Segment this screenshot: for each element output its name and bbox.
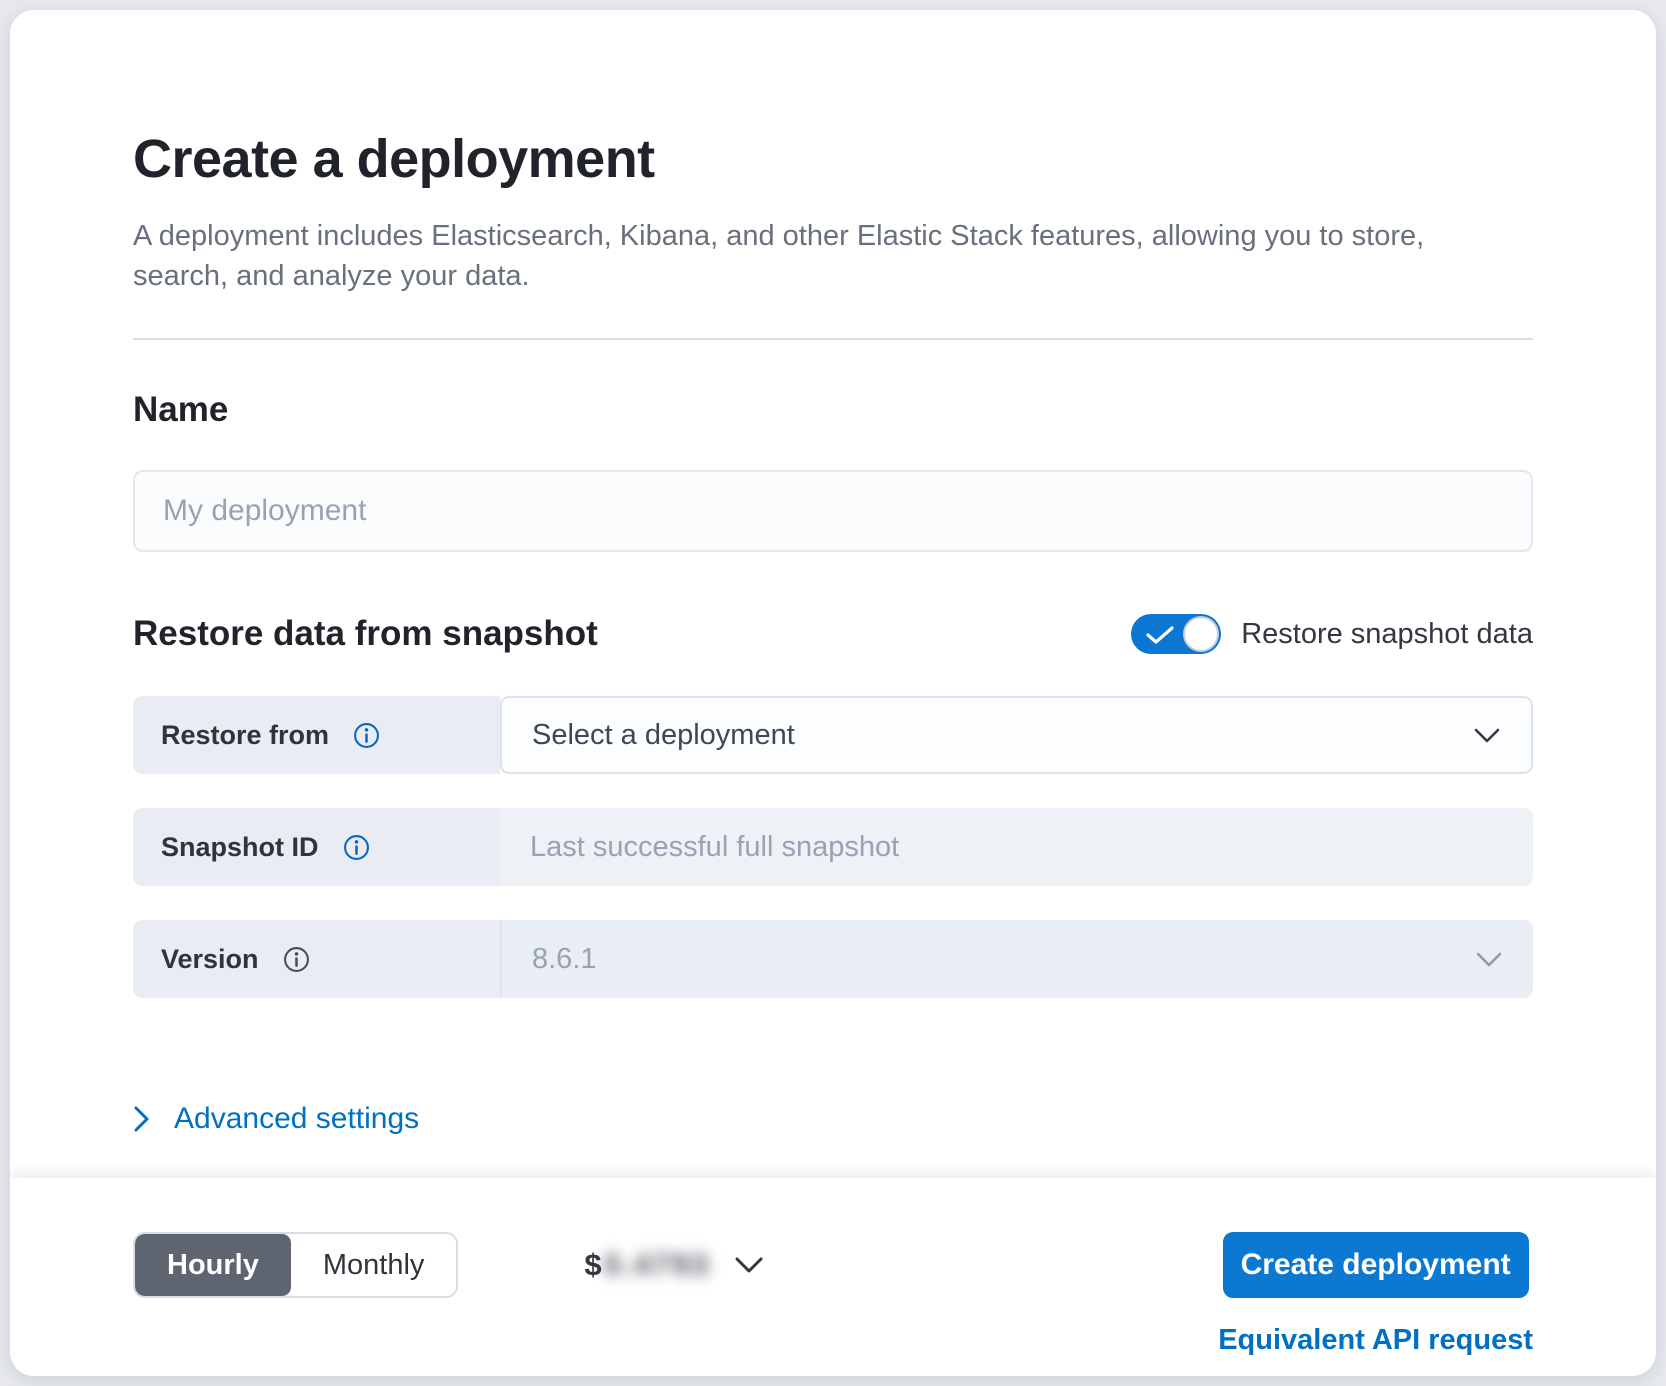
version-label: Version: [161, 944, 259, 975]
name-section-heading: Name: [133, 390, 1533, 430]
info-icon[interactable]: [343, 834, 370, 861]
footer-bar: Hourly Monthly $ 0.4793 Create deploymen…: [10, 1178, 1656, 1376]
price-amount-blurred: 0.4793: [604, 1247, 711, 1283]
restore-snapshot-toggle-label: Restore snapshot data: [1241, 618, 1533, 651]
info-icon[interactable]: [283, 946, 310, 973]
version-select: 8.6.1: [500, 920, 1533, 998]
deployment-name-input[interactable]: [133, 470, 1533, 552]
snapshot-id-input: Last successful full snapshot: [500, 808, 1533, 886]
create-deployment-button[interactable]: Create deployment: [1223, 1232, 1529, 1298]
snapshot-id-label: Snapshot ID: [161, 832, 319, 863]
restore-from-label: Restore from: [161, 720, 329, 751]
page-subtitle: A deployment includes Elasticsearch, Kib…: [133, 216, 1478, 296]
version-label-cell: Version: [133, 920, 500, 998]
billing-hourly-button[interactable]: Hourly: [135, 1234, 291, 1296]
check-icon: [1145, 625, 1175, 650]
advanced-settings-label: Advanced settings: [174, 1102, 419, 1136]
billing-monthly-button[interactable]: Monthly: [291, 1234, 457, 1296]
advanced-settings-link[interactable]: Advanced settings: [133, 1102, 419, 1136]
price-display: $ 0.4793: [584, 1232, 764, 1298]
snapshot-id-placeholder: Last successful full snapshot: [530, 831, 899, 864]
snapshot-id-label-cell: Snapshot ID: [133, 808, 500, 886]
snapshot-section-heading: Restore data from snapshot: [133, 614, 598, 654]
main-content: Create a deployment A deployment include…: [10, 10, 1656, 1178]
info-icon[interactable]: [353, 722, 380, 749]
version-selected-value: 8.6.1: [532, 943, 597, 976]
restore-from-label-cell: Restore from: [133, 696, 500, 774]
version-row: Version 8.6.1: [133, 920, 1533, 998]
chevron-right-icon: [133, 1105, 150, 1133]
restore-snapshot-toggle[interactable]: [1131, 614, 1221, 654]
restore-from-selected-value: Select a deployment: [532, 719, 795, 752]
equivalent-api-request-link[interactable]: Equivalent API request: [1218, 1324, 1533, 1357]
section-divider: [133, 338, 1533, 340]
create-deployment-card: Create a deployment A deployment include…: [10, 10, 1656, 1376]
price-currency: $: [584, 1247, 601, 1283]
chevron-down-icon: [1475, 951, 1503, 968]
billing-period-toggle: Hourly Monthly: [133, 1232, 458, 1298]
chevron-down-icon: [1473, 727, 1501, 744]
page-title: Create a deployment: [133, 128, 1533, 190]
restore-from-row: Restore from Select a deployment: [133, 696, 1533, 774]
restore-from-select[interactable]: Select a deployment: [500, 696, 1533, 774]
toggle-knob: [1183, 616, 1219, 652]
chevron-down-icon[interactable]: [734, 1256, 764, 1274]
snapshot-id-row: Snapshot ID Last successful full snapsho…: [133, 808, 1533, 886]
